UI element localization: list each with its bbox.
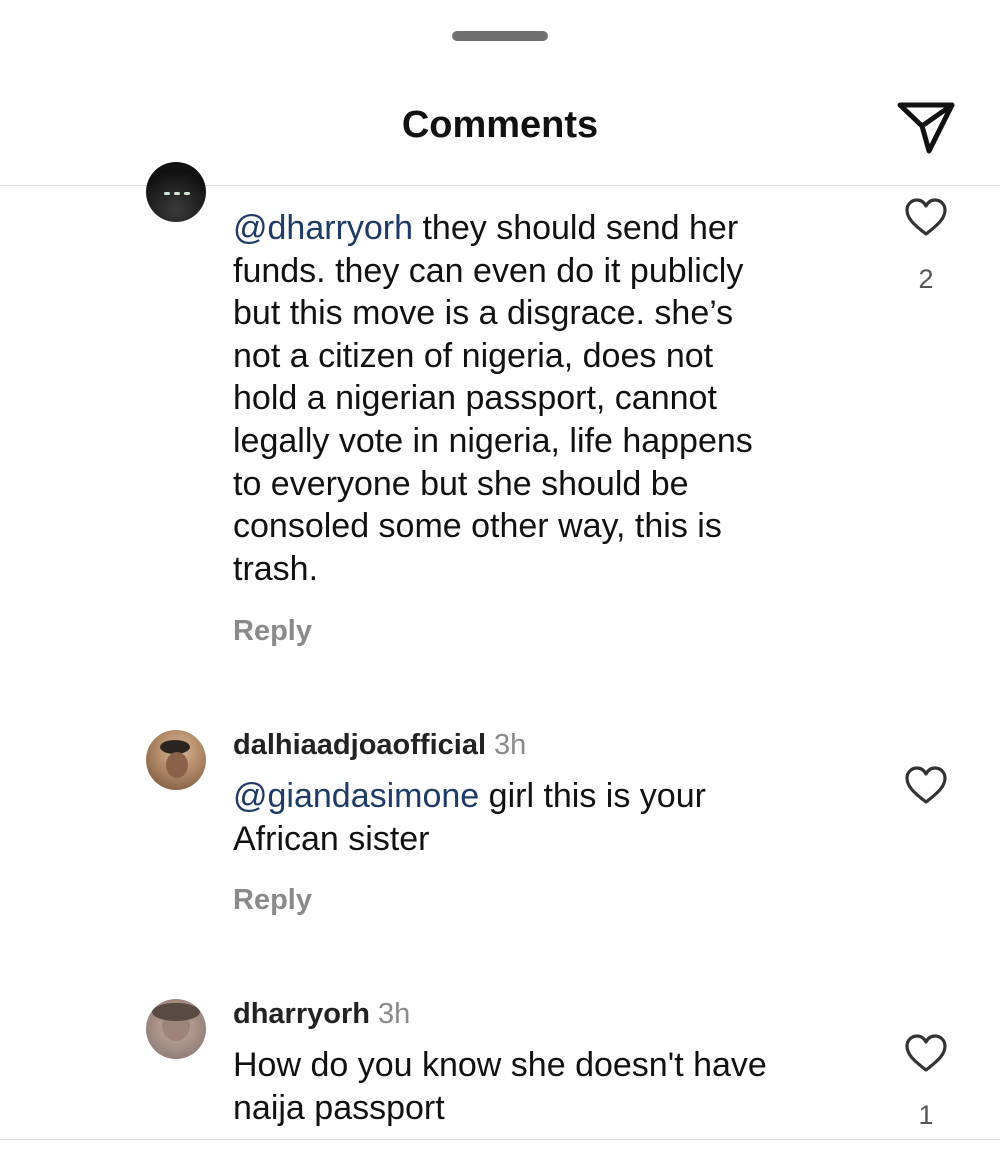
avatar[interactable] bbox=[146, 730, 206, 790]
heart-outline-icon bbox=[905, 1034, 947, 1072]
avatar-detail bbox=[164, 192, 170, 195]
like-button[interactable] bbox=[903, 765, 949, 805]
like-count: 1 bbox=[918, 1100, 934, 1130]
drag-handle[interactable] bbox=[452, 31, 548, 41]
comment-line: to everyone but she should be bbox=[233, 464, 689, 503]
comment-line: legally vote in nigeria, life happens bbox=[233, 421, 753, 460]
reply-button[interactable]: Reply bbox=[233, 884, 312, 917]
comments-sheet: Comments @dharryorh they should send her… bbox=[0, 0, 1000, 1164]
avatar-detail bbox=[166, 752, 188, 778]
username-text[interactable]: dalhiaadjoaofficial bbox=[233, 729, 486, 761]
like-count: 2 bbox=[918, 264, 934, 294]
comment-body: How do you know she doesn't have naija p… bbox=[233, 1044, 767, 1129]
like-button[interactable] bbox=[903, 1033, 949, 1073]
comment-body: @dharryorh they should send her funds. t… bbox=[233, 207, 753, 590]
comment-line: funds. they can even do it publicly bbox=[233, 251, 744, 290]
avatar-detail bbox=[184, 192, 190, 195]
comment-line: hold a nigerian passport, cannot bbox=[233, 379, 717, 418]
comment-line: consoled some other way, this is bbox=[233, 507, 722, 546]
heart-outline-icon bbox=[905, 198, 947, 236]
comment-username[interactable]: dalhiaadjoaofficial 3h bbox=[233, 729, 526, 762]
avatar[interactable] bbox=[146, 999, 206, 1059]
paper-plane-icon bbox=[897, 102, 955, 154]
mention-link[interactable]: @giandasimone bbox=[233, 777, 479, 815]
comment-line: but this move is a disgrace. she’s bbox=[233, 294, 734, 333]
heart-outline-icon bbox=[905, 766, 947, 804]
comment-line: they should send her bbox=[413, 209, 739, 247]
reply-button[interactable]: Reply bbox=[233, 615, 312, 648]
bottom-divider bbox=[0, 1139, 1000, 1140]
avatar[interactable] bbox=[146, 162, 206, 222]
comment-body: @giandasimone girl this is your African … bbox=[233, 775, 706, 860]
comment-line: African sister bbox=[233, 819, 430, 858]
comment-line: not a citizen of nigeria, does not bbox=[233, 336, 714, 375]
comment-line: trash. bbox=[233, 549, 319, 588]
comment-line: girl this is your bbox=[479, 777, 706, 815]
page-title: Comments bbox=[401, 104, 599, 146]
mention-link[interactable]: @dharryorh bbox=[233, 209, 413, 247]
comment-username[interactable]: dharryorh 3h bbox=[233, 998, 410, 1031]
comment-time: 3h bbox=[494, 729, 527, 761]
comment-time: 3h bbox=[377, 998, 411, 1030]
avatar-detail bbox=[152, 1003, 200, 1021]
like-button[interactable] bbox=[903, 197, 949, 237]
share-button[interactable] bbox=[896, 98, 958, 156]
avatar-detail bbox=[174, 192, 180, 195]
comment-line: naija passport bbox=[233, 1088, 445, 1127]
username-text[interactable]: dharryorh bbox=[233, 998, 370, 1030]
comment-line: How do you know she doesn't have bbox=[233, 1046, 767, 1084]
